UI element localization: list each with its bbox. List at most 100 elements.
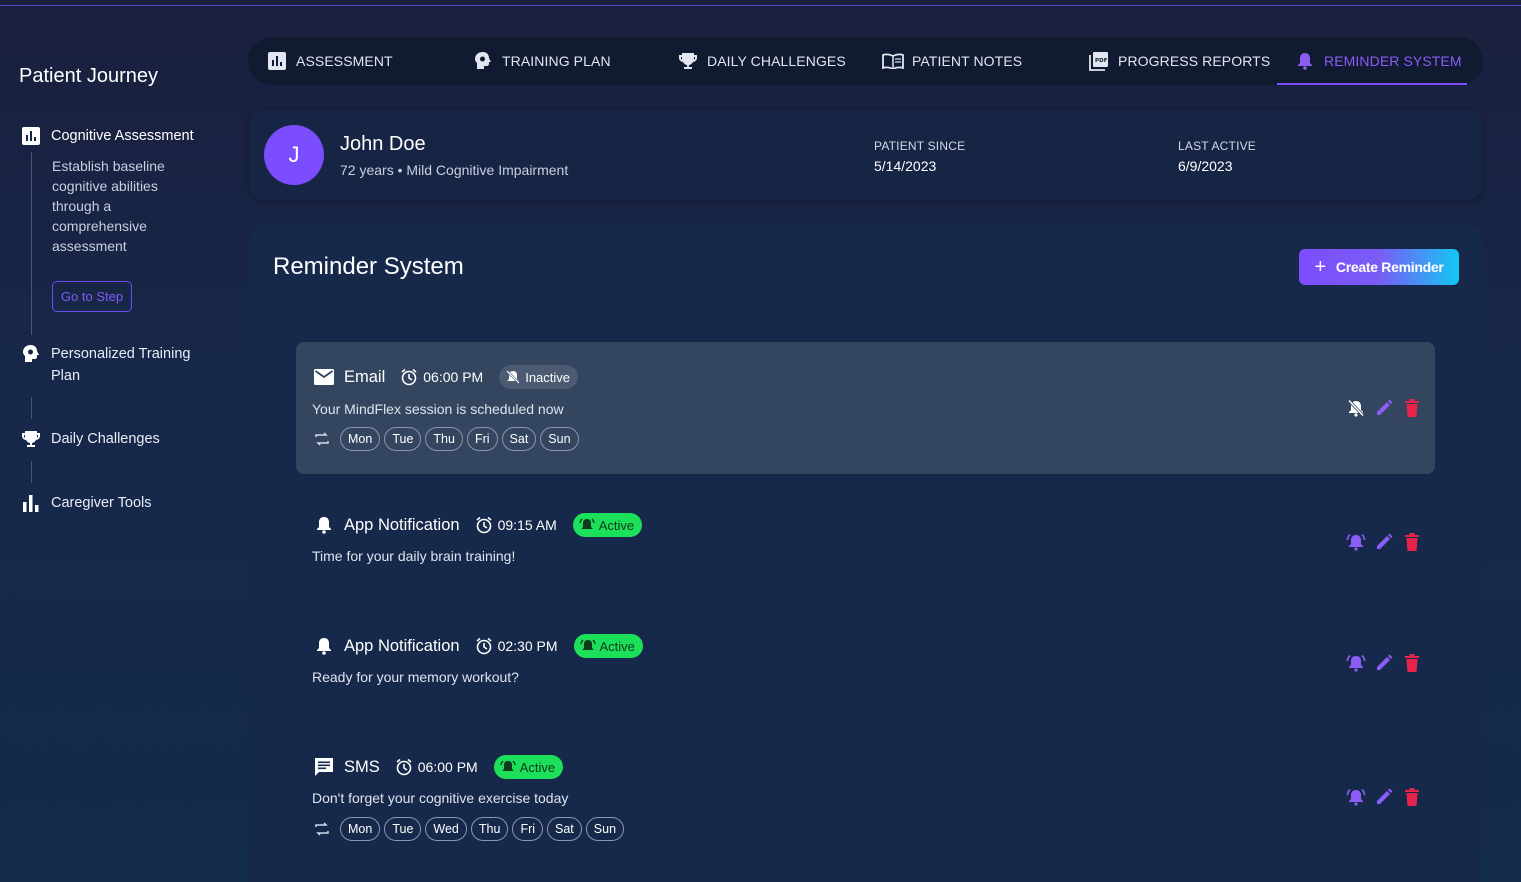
step-label: Personalized Training Plan: [51, 346, 191, 384]
reminder-actions: [1342, 528, 1426, 556]
reminder-message: Your MindFlex session is scheduled now: [312, 401, 564, 417]
day-chip: Mon: [340, 427, 381, 451]
step-connector: [31, 461, 32, 483]
reminder-type: App Notification: [344, 515, 460, 534]
reminder-type: App Notification: [344, 636, 460, 655]
day-chip: Wed: [425, 817, 467, 841]
bell-ring-icon[interactable]: [1342, 649, 1370, 677]
tab-daily-challenges[interactable]: DAILY CHALLENGES: [677, 37, 846, 85]
patient-subtitle: 72 years • Mild Cognitive Impairment: [340, 162, 569, 178]
sms-icon: [312, 755, 336, 779]
edit-icon[interactable]: [1370, 528, 1398, 556]
bell-icon: [1294, 50, 1316, 72]
create-reminder-button[interactable]: + Create Reminder: [1299, 249, 1459, 285]
tab-label: DAILY CHALLENGES: [707, 53, 846, 69]
day-chip: Mon: [340, 817, 381, 841]
bell-icon: [312, 513, 336, 537]
reminder-type: Email: [344, 367, 386, 386]
last-active-label: LAST ACTIVE: [1178, 139, 1257, 153]
sidebar-step-cognitive-assessment[interactable]: Cognitive Assessment: [20, 125, 194, 147]
bell-ring-icon: [500, 759, 516, 775]
tab-progress-reports[interactable]: PDF PROGRESS REPORTS: [1088, 37, 1270, 85]
panel-title: Reminder System: [273, 253, 464, 280]
sidebar-title: Patient Journey: [19, 65, 158, 87]
create-reminder-label: Create Reminder: [1335, 259, 1444, 275]
bell-ring-icon[interactable]: [1342, 528, 1370, 556]
pdf-icon: PDF: [1088, 50, 1110, 72]
patient-card: J John Doe 72 years • Mild Cognitive Imp…: [249, 110, 1482, 200]
reminder-time: 09:15 AM: [497, 517, 557, 533]
sidebar-step-training-plan[interactable]: Personalized Training Plan: [20, 343, 201, 387]
edit-icon[interactable]: [1370, 394, 1398, 422]
patient-since-label: PATIENT SINCE: [874, 139, 966, 153]
reminder-item[interactable]: App Notification 02:30 PM Active Ready f…: [296, 614, 1435, 714]
patient-since-value: 5/14/2023: [874, 158, 937, 174]
bell-icon: [312, 634, 336, 658]
day-chip: Sun: [585, 817, 625, 841]
delete-icon[interactable]: [1398, 394, 1426, 422]
reminder-time: 02:30 PM: [497, 638, 558, 654]
brain-gear-icon: [20, 343, 42, 365]
reminder-item[interactable]: App Notification 09:15 AM Active Time fo…: [296, 493, 1435, 593]
tab-label: PROGRESS REPORTS: [1118, 53, 1271, 69]
day-chip: Thu: [470, 817, 509, 841]
tab-reminder-system[interactable]: REMINDER SYSTEM: [1294, 37, 1462, 85]
day-chip: Sat: [547, 817, 582, 841]
delete-icon[interactable]: [1398, 528, 1426, 556]
status-badge: Active: [572, 513, 643, 537]
main-tabs: ASSESSMENT TRAINING PLAN DAILY CHALLENGE…: [248, 37, 1483, 85]
day-chip: Thu: [425, 427, 463, 451]
patient-name: John Doe: [340, 133, 426, 155]
plus-icon: +: [1314, 256, 1327, 278]
sidebar-step-daily-challenges[interactable]: Daily Challenges: [20, 428, 160, 450]
bell-ring-icon[interactable]: [1342, 783, 1370, 811]
alarm-clock-icon: [394, 757, 414, 777]
step-label: Cognitive Assessment: [51, 128, 194, 144]
trophy-icon: [20, 428, 42, 450]
reminder-days: Mon Tue Wed Thu Fri Sat Sun: [312, 817, 628, 841]
last-active-value: 6/9/2023: [1178, 158, 1233, 174]
svg-text:PDF: PDF: [1095, 58, 1108, 64]
avatar: J: [264, 125, 324, 185]
reminder-days: Mon Tue Thu Fri Sat Sun: [312, 427, 583, 451]
edit-icon[interactable]: [1370, 783, 1398, 811]
alarm-clock-icon: [474, 636, 494, 656]
reminder-item[interactable]: SMS 06:00 PM Active Don't forget your co…: [296, 735, 1435, 855]
tab-label: TRAINING PLAN: [502, 53, 611, 69]
go-to-step-button[interactable]: Go to Step: [52, 281, 132, 312]
reminder-message: Time for your daily brain training!: [312, 548, 516, 564]
bell-ring-icon: [579, 517, 595, 533]
sidebar: Patient Journey Cognitive Assessment Est…: [0, 0, 215, 882]
book-icon: [882, 50, 904, 72]
bell-off-icon[interactable]: [1342, 394, 1370, 422]
delete-icon[interactable]: [1398, 783, 1426, 811]
step-label: Caregiver Tools: [51, 495, 152, 511]
bell-ring-icon: [579, 638, 596, 654]
day-chip: Tue: [384, 427, 422, 451]
bar-chart-icon: [20, 125, 42, 147]
reminder-actions: [1342, 783, 1426, 811]
status-label: Active: [598, 517, 635, 533]
tab-label: ASSESSMENT: [296, 53, 393, 69]
delete-icon[interactable]: [1398, 649, 1426, 677]
reminder-message: Don't forget your cognitive exercise tod…: [312, 790, 569, 806]
active-tab-indicator: [1277, 83, 1467, 85]
day-chip: Sat: [501, 427, 537, 451]
tab-training-plan[interactable]: TRAINING PLAN: [472, 37, 611, 85]
top-accent-line: [0, 5, 1521, 6]
sidebar-step-caregiver-tools[interactable]: Caregiver Tools: [20, 492, 151, 514]
step-label: Daily Challenges: [51, 431, 160, 447]
tab-assessment[interactable]: ASSESSMENT: [266, 37, 393, 85]
step-connector: [31, 152, 32, 335]
alarm-clock-icon: [399, 367, 419, 387]
edit-icon[interactable]: [1370, 649, 1398, 677]
day-chip: Sun: [540, 427, 579, 451]
assessment-icon: [266, 50, 288, 72]
status-badge: Inactive: [499, 365, 579, 389]
reminder-actions: [1342, 394, 1426, 422]
alarm-clock-icon: [474, 515, 494, 535]
bar-chart-icon: [20, 492, 42, 514]
reminder-item[interactable]: Email 06:00 PM Inactive Your MindFlex se…: [296, 342, 1435, 474]
tab-patient-notes[interactable]: PATIENT NOTES: [882, 37, 1022, 85]
status-label: Active: [519, 759, 556, 775]
